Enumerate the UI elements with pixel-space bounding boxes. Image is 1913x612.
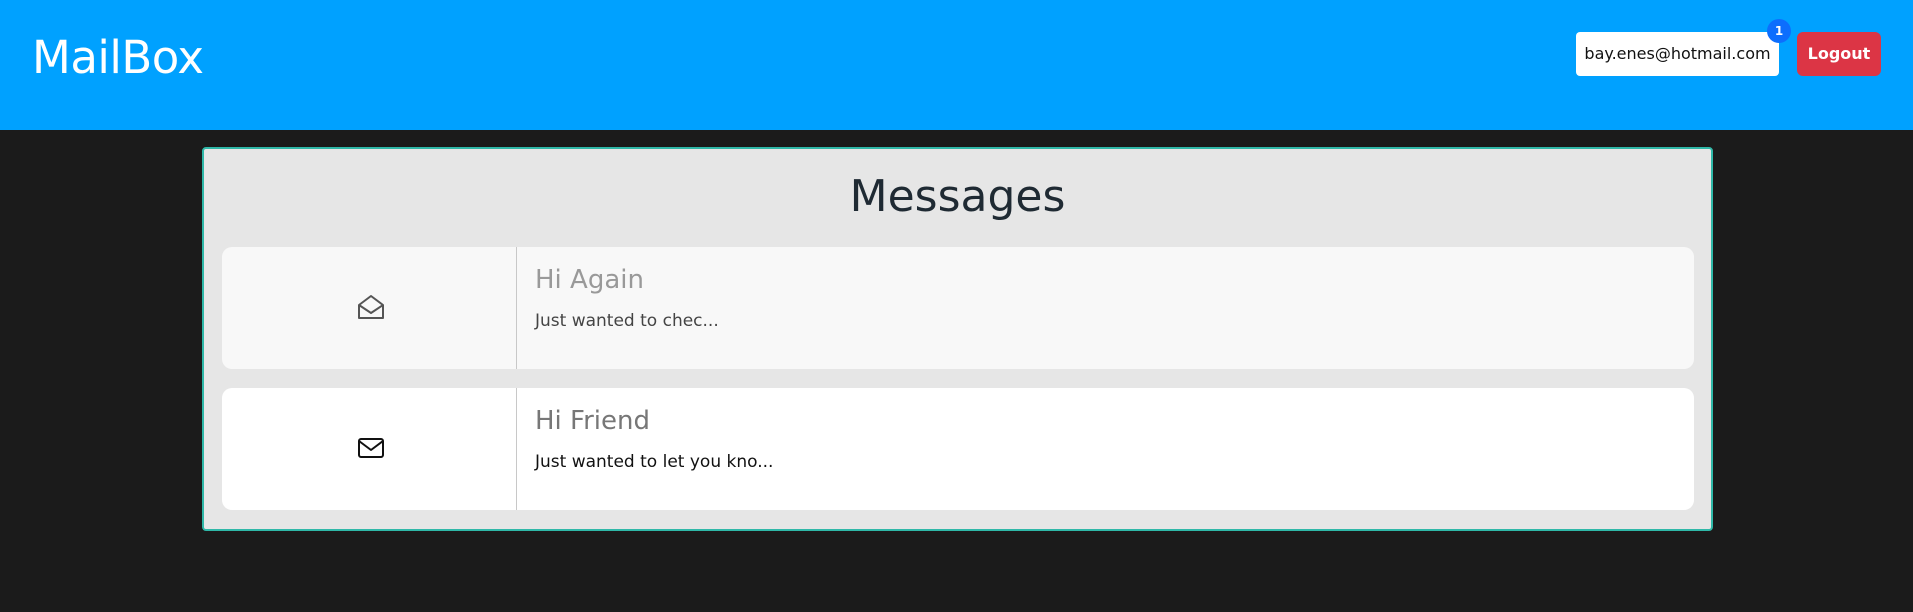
messages-panel: Messages Hi Again Just wanted to chec...… — [202, 147, 1713, 531]
message-subject: Hi Again — [535, 265, 644, 295]
message-preview: Just wanted to chec... — [535, 311, 719, 331]
message-item-unread[interactable]: Hi Friend Just wanted to let you kno... — [222, 388, 1694, 510]
navbar: MailBox bay.enes@hotmail.com 1 Logout — [0, 0, 1913, 130]
envelope-open-icon — [358, 295, 384, 319]
logout-button[interactable]: Logout — [1797, 32, 1881, 76]
user-email-button[interactable]: bay.enes@hotmail.com — [1576, 32, 1779, 76]
notification-count-badge: 1 — [1767, 19, 1791, 43]
message-icon-cell — [222, 247, 517, 369]
message-item-read[interactable]: Hi Again Just wanted to chec... — [222, 247, 1694, 369]
message-preview: Just wanted to let you kno... — [535, 452, 774, 472]
brand-title[interactable]: MailBox — [32, 30, 204, 86]
envelope-icon — [358, 438, 384, 458]
message-subject: Hi Friend — [535, 406, 650, 436]
message-icon-cell — [222, 388, 517, 510]
page-title: Messages — [849, 171, 1066, 222]
